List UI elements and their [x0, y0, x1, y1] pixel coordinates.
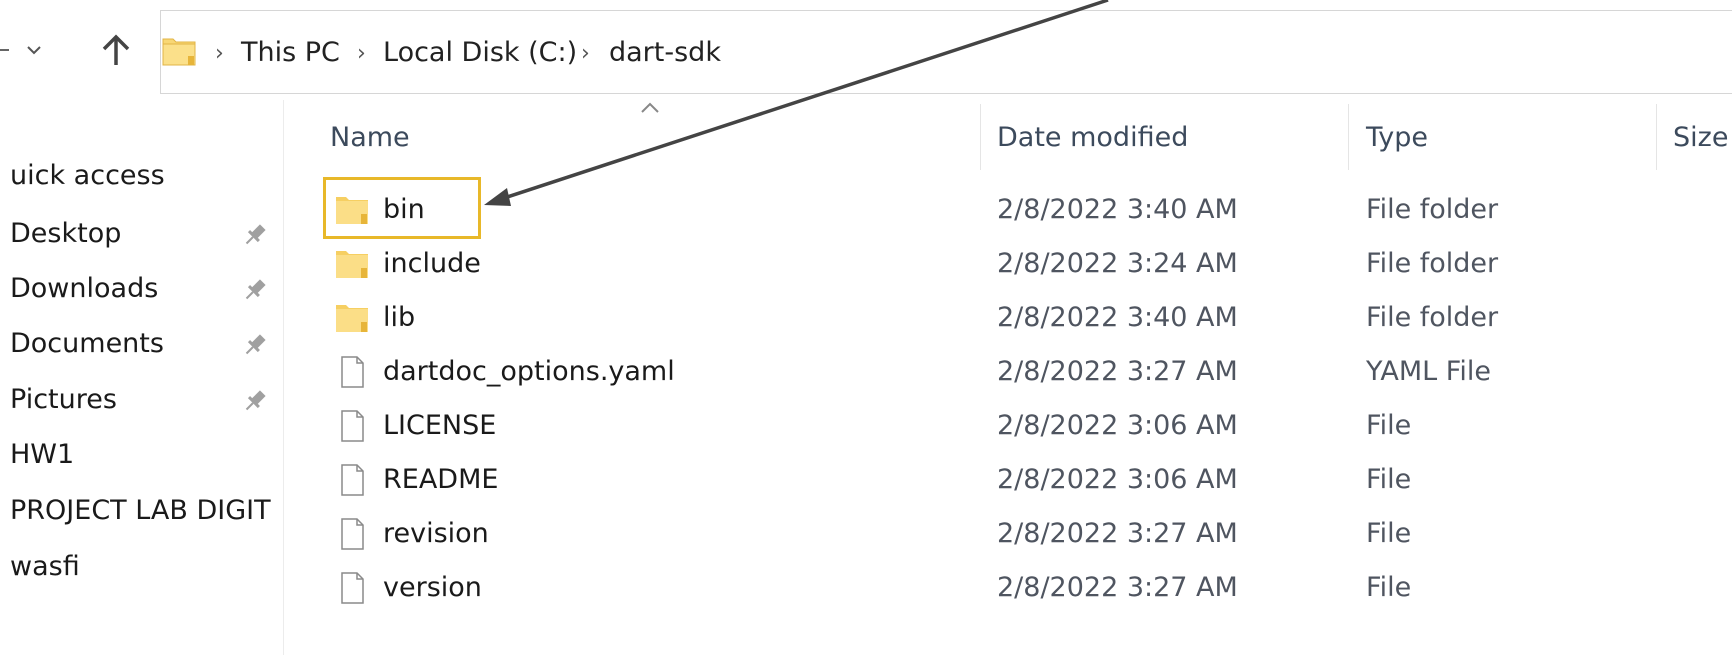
file-date-modified: 2/8/2022 3:27 AM — [997, 572, 1238, 603]
file-explorer-window: › This PC › Local Disk (C:) › dart-sdk u… — [0, 0, 1732, 655]
column-header-label: Size — [1673, 122, 1729, 153]
file-name: revision — [383, 518, 489, 549]
column-header-size[interactable]: Size — [1657, 100, 1732, 180]
sidebar-item-hw1[interactable]: HW1 — [10, 435, 283, 475]
sidebar-item-label: HW1 — [10, 439, 75, 470]
file-type: File folder — [1366, 194, 1499, 225]
column-header-type[interactable]: Type — [1349, 100, 1656, 180]
breadcrumb-dart-sdk[interactable]: dart-sdk — [609, 37, 721, 69]
folder-icon — [336, 251, 368, 278]
table-row[interactable]: bin 2/8/2022 3:40 AM File folder — [290, 184, 1732, 237]
navigation-bar: › This PC › Local Disk (C:) › dart-sdk — [0, 0, 1732, 100]
sidebar-item-label: Pictures — [10, 384, 117, 415]
sidebar-item-wasfi[interactable]: wasfi — [10, 547, 283, 587]
table-row[interactable]: version 2/8/2022 3:27 AM File — [290, 562, 1732, 615]
sidebar-item-documents[interactable]: Documents — [10, 324, 283, 364]
file-icon — [341, 464, 364, 496]
file-date-modified: 2/8/2022 3:40 AM — [997, 194, 1238, 225]
file-type: File — [1366, 518, 1412, 549]
table-row[interactable]: dartdoc_options.yaml 2/8/2022 3:27 AM YA… — [290, 346, 1732, 399]
sidebar-item-label: Desktop — [10, 218, 122, 249]
table-row[interactable]: LICENSE 2/8/2022 3:06 AM File — [290, 400, 1732, 453]
sidebar-item-label: Documents — [10, 328, 164, 359]
file-name: include — [383, 248, 481, 279]
table-row[interactable]: revision 2/8/2022 3:27 AM File — [290, 508, 1732, 561]
file-type: File folder — [1366, 248, 1499, 279]
file-date-modified: 2/8/2022 3:06 AM — [997, 410, 1238, 441]
chevron-down-icon — [27, 46, 41, 55]
column-header-label: Type — [1366, 122, 1429, 153]
pin-icon — [245, 279, 266, 300]
navigation-pane: uick access Desktop Downloads Documents … — [0, 100, 283, 655]
pin-icon — [245, 334, 266, 355]
file-type: File folder — [1366, 302, 1499, 333]
table-row[interactable]: include 2/8/2022 3:24 AM File folder — [290, 238, 1732, 291]
table-row[interactable]: README 2/8/2022 3:06 AM File — [290, 454, 1732, 507]
file-icon — [341, 572, 364, 604]
sidebar-item-pictures[interactable]: Pictures — [10, 380, 283, 420]
back-button[interactable] — [0, 33, 16, 67]
breadcrumb-this-pc[interactable]: This PC — [241, 37, 340, 69]
table-row[interactable]: lib 2/8/2022 3:40 AM File folder — [290, 292, 1732, 345]
folder-icon — [336, 305, 368, 332]
column-header-label: Date modified — [997, 122, 1189, 153]
pin-icon — [245, 390, 266, 411]
column-header-label: Name — [330, 122, 410, 153]
sidebar-item-label: Downloads — [10, 273, 159, 304]
column-header-name[interactable]: Name — [290, 100, 980, 180]
sidebar-item-desktop[interactable]: Desktop — [10, 214, 283, 254]
file-date-modified: 2/8/2022 3:24 AM — [997, 248, 1238, 279]
pane-divider[interactable] — [283, 100, 284, 655]
breadcrumb-local-disk[interactable]: Local Disk (C:) — [383, 37, 577, 69]
file-icon — [341, 356, 364, 388]
file-date-modified: 2/8/2022 3:40 AM — [997, 302, 1238, 333]
recent-locations-button[interactable] — [24, 38, 44, 62]
sidebar-item-project-lab[interactable]: PROJECT LAB DIGIT — [10, 491, 283, 531]
breadcrumb-separator: › — [357, 41, 366, 66]
file-name: LICENSE — [383, 410, 497, 441]
sidebar-item-label: wasfi — [10, 551, 80, 582]
file-type: File — [1366, 410, 1412, 441]
sidebar-item-downloads[interactable]: Downloads — [10, 269, 283, 309]
file-name: README — [383, 464, 499, 495]
sidebar-item-quick-access[interactable]: uick access — [10, 156, 283, 196]
up-button[interactable] — [96, 30, 136, 70]
file-name: version — [383, 572, 482, 603]
back-arrow-icon — [0, 49, 9, 51]
file-name: lib — [383, 302, 416, 333]
file-date-modified: 2/8/2022 3:27 AM — [997, 356, 1238, 387]
file-type: File — [1366, 464, 1412, 495]
column-header-date-modified[interactable]: Date modified — [981, 100, 1348, 180]
arrow-up-icon — [102, 34, 130, 65]
breadcrumb-separator: › — [581, 41, 590, 66]
file-icon — [341, 518, 364, 550]
address-bar[interactable]: › This PC › Local Disk (C:) › dart-sdk — [160, 10, 1732, 94]
file-type: File — [1366, 572, 1412, 603]
file-name: dartdoc_options.yaml — [383, 356, 675, 387]
file-date-modified: 2/8/2022 3:06 AM — [997, 464, 1238, 495]
highlight-box — [323, 177, 481, 239]
breadcrumb-separator: › — [215, 41, 224, 66]
file-type: YAML File — [1366, 356, 1491, 387]
sidebar-item-label: PROJECT LAB DIGIT — [10, 495, 271, 526]
sidebar-item-label: uick access — [10, 160, 165, 191]
file-date-modified: 2/8/2022 3:27 AM — [997, 518, 1238, 549]
folder-icon — [162, 38, 196, 66]
file-icon — [341, 410, 364, 442]
pin-icon — [245, 224, 266, 245]
